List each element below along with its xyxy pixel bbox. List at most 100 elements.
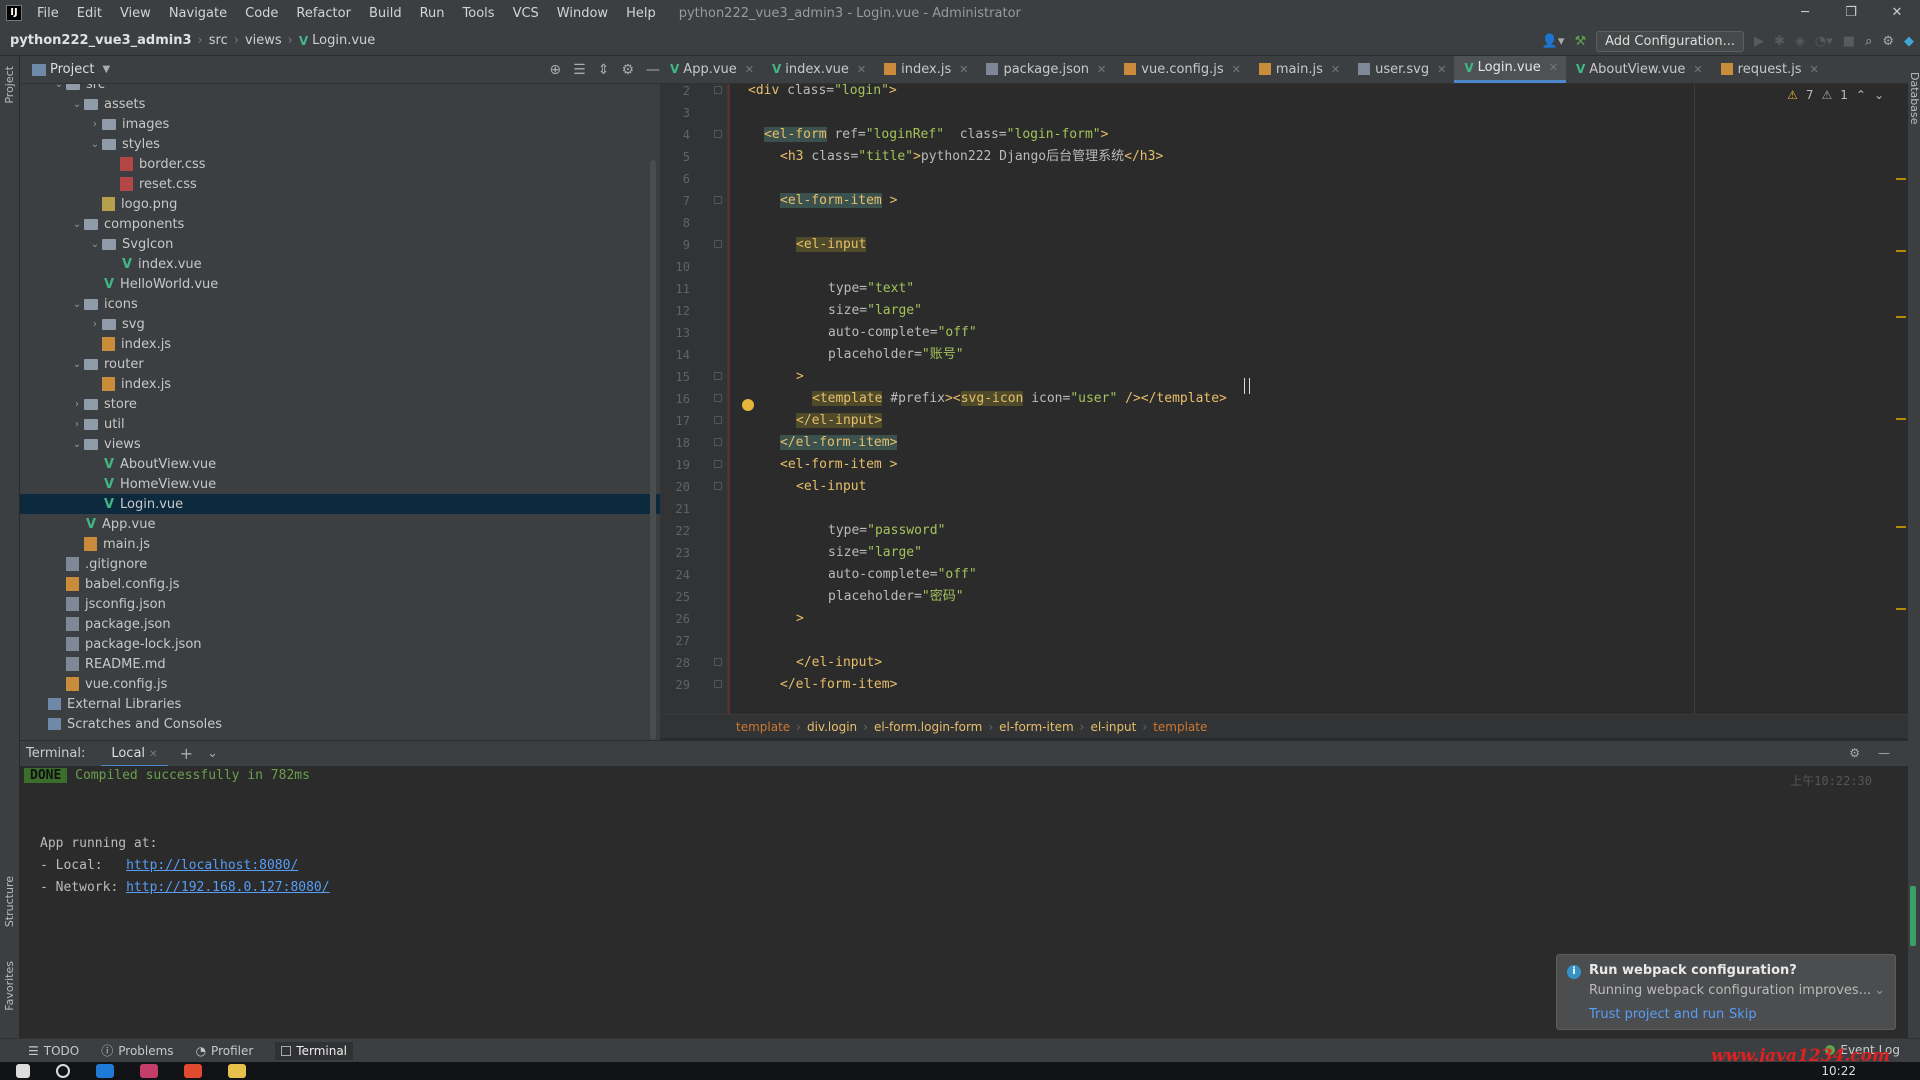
code-line[interactable]: type="text" [828,278,914,300]
chevron-down-icon[interactable]: ⌄ [70,299,84,310]
chevron-down-icon[interactable]: ▼ [102,64,110,75]
warning-marker[interactable] [1896,250,1906,252]
add-terminal-icon[interactable]: + [180,744,193,763]
close-icon[interactable]: ✕ [1331,63,1340,76]
code-line[interactable]: </el-form-item> [780,432,898,454]
problems-tool-button[interactable]: ⓘ Problems [101,1042,173,1059]
run-icon[interactable]: ▶ [1754,34,1764,49]
close-icon[interactable]: ✕ [1232,63,1241,76]
tree-folder[interactable]: › store [20,394,660,414]
menu-view[interactable]: View [111,6,160,21]
tree-folder[interactable]: ⌄ src [20,84,660,94]
profile-icon[interactable]: ◔▾ [1815,34,1833,49]
warning-marker[interactable] [1896,178,1906,180]
breadcrumb-item[interactable]: template [736,720,790,734]
chevron-down-icon[interactable]: ⌄ [207,746,218,761]
tree-file[interactable]: .gitignore [20,554,660,574]
network-url-link[interactable]: http://192.168.0.127:8080/ [126,880,330,895]
project-tree-scrollbar[interactable] [650,160,656,740]
close-icon[interactable]: ✕ [149,749,157,760]
tree-file[interactable]: index.js [20,374,660,394]
close-icon[interactable]: ✕ [1549,61,1558,74]
editor-tab[interactable]: package.json ✕ [976,56,1114,83]
menu-run[interactable]: Run [411,6,454,21]
profiler-tool-button[interactable]: ◔ Profiler [196,1044,254,1058]
code-line[interactable]: size="large" [828,542,922,564]
expand-all-icon[interactable]: ☰ [573,62,586,78]
close-icon[interactable]: ✕ [1437,63,1446,76]
chevron-down-icon[interactable]: ⌄ [70,439,84,450]
code-line[interactable]: <div class="login"> [748,84,897,102]
nav-project-name[interactable]: python222_vue3_admin3 [10,33,192,48]
code-line[interactable]: size="large" [828,300,922,322]
breadcrumb-item[interactable]: div.login [807,720,857,734]
editor-tab[interactable]: V Login.vue ✕ [1454,56,1566,83]
tree-folder[interactable]: ⌄ styles [20,134,660,154]
structure-side-tab[interactable]: Structure [3,876,16,927]
code-line[interactable]: <el-form-item > [780,454,897,476]
fold-marker-icon[interactable] [714,372,722,380]
ide-taskbar-icon[interactable] [140,1064,158,1078]
project-side-tab[interactable]: Project [3,66,16,104]
user-icon[interactable]: 👤▾ [1542,34,1565,49]
code-line[interactable]: </el-form-item> [780,674,897,696]
breadcrumb-item[interactable]: el-form-item [999,720,1073,734]
tree-folder[interactable]: ⌄ icons [20,294,660,314]
tree-folder[interactable]: › util [20,414,660,434]
locate-icon[interactable]: ⊕ [549,62,561,78]
chevron-right-icon[interactable]: › [88,119,102,130]
code-line[interactable]: <el-form-item > [780,190,897,212]
close-icon[interactable]: ✕ [1810,63,1819,76]
code-line[interactable]: <el-input [796,476,866,498]
hide-icon[interactable]: — [646,62,660,78]
project-panel-title[interactable]: Project [50,62,94,77]
fold-marker-icon[interactable] [714,658,722,666]
tree-file[interactable]: Scratches and Consoles [20,714,660,734]
stop-icon[interactable]: ■ [1843,34,1855,49]
menu-tools[interactable]: Tools [454,6,504,21]
warning-marker[interactable] [1896,418,1906,420]
menu-navigate[interactable]: Navigate [160,6,236,21]
editor-tab[interactable]: index.js ✕ [874,56,976,83]
editor-tab[interactable]: V App.vue ✕ [660,56,762,83]
add-configuration-button[interactable]: Add Configuration... [1596,30,1744,52]
code-line[interactable]: <el-form ref="loginRef" class="login-for… [764,124,1108,146]
fold-marker-icon[interactable] [714,438,722,446]
tree-file[interactable]: main.js [20,534,660,554]
fold-marker-icon[interactable] [714,482,722,490]
fold-marker-icon[interactable] [714,416,722,424]
editor-tab[interactable]: user.svg ✕ [1348,56,1454,83]
fold-marker-icon[interactable] [714,130,722,138]
tree-file[interactable]: External Libraries [20,694,660,714]
tree-folder[interactable]: ⌄ assets [20,94,660,114]
gear-icon[interactable]: ⚙ [621,62,634,78]
tree-file[interactable]: index.js [20,334,660,354]
warning-marker[interactable] [1896,526,1906,528]
tree-file[interactable]: reset.css [20,174,660,194]
tree-file[interactable]: V Login.vue [20,494,660,514]
menu-window[interactable]: Window [548,6,617,21]
fold-marker-icon[interactable] [714,394,722,402]
tree-file[interactable]: V AboutView.vue [20,454,660,474]
menu-edit[interactable]: Edit [68,6,111,21]
fold-marker-icon[interactable] [714,196,722,204]
tree-folder[interactable]: › svg [20,314,660,334]
chevron-up-icon[interactable]: ⌃ [1856,88,1866,102]
chevron-down-icon[interactable]: ⌄ [70,359,84,370]
tree-folder[interactable]: ⌄ components [20,214,660,234]
tree-folder[interactable]: ⌄ views [20,434,660,454]
code-line[interactable]: placeholder="密码" [828,586,964,608]
restore-button[interactable]: ❐ [1828,0,1874,26]
tree-file[interactable]: vue.config.js [20,674,660,694]
code-editor[interactable]: <div class="login"> <el-form ref="loginRe… [728,84,1892,714]
editor-tab[interactable]: vue.config.js ✕ [1114,56,1249,83]
chevron-down-icon[interactable]: ⌄ [88,139,102,150]
search-icon[interactable] [56,1064,70,1078]
warning-marker[interactable] [1896,608,1906,610]
chevron-right-icon[interactable]: › [70,399,84,410]
fold-marker-icon[interactable] [714,460,722,468]
folder-icon[interactable] [228,1064,246,1078]
terminal-tool-button[interactable]: Terminal [275,1041,354,1060]
chevron-down-icon[interactable]: ⌄ [52,84,66,90]
code-line[interactable]: </el-input> [796,410,883,432]
